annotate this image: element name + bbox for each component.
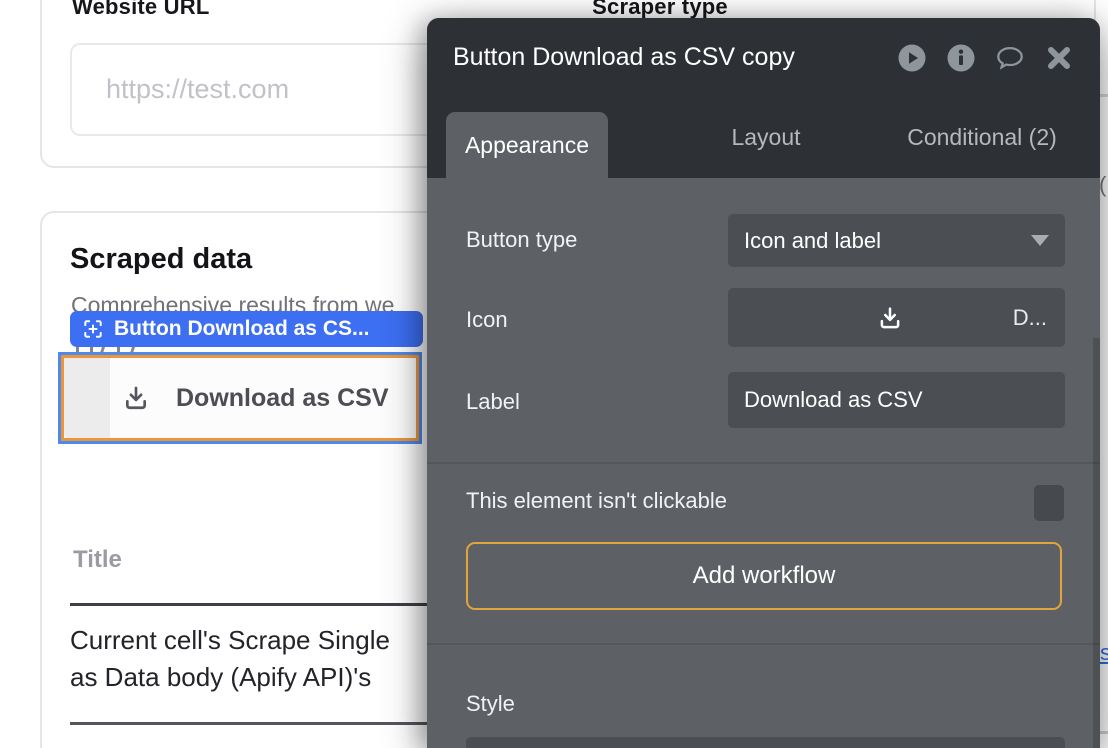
clickable-checkbox[interactable] (1034, 485, 1064, 521)
label-field-label: Label (466, 389, 520, 415)
button-type-label: Button type (466, 227, 577, 253)
panel-body: Button type Icon and label Icon D... Lab… (427, 178, 1100, 748)
chevron-down-icon (1031, 235, 1049, 246)
tab-label: Appearance (465, 132, 589, 159)
add-workflow-button[interactable]: Add workflow (466, 542, 1062, 610)
tab-label: Layout (731, 124, 800, 151)
play-icon[interactable] (897, 43, 927, 73)
panel-title: Button Download as CSV copy (453, 43, 795, 72)
table-rule (70, 603, 428, 606)
icon-value-truncated: D... (1013, 305, 1047, 331)
button-type-value: Icon and label (744, 228, 881, 254)
divider (427, 462, 1100, 464)
tab-appearance[interactable]: Appearance (446, 112, 608, 178)
property-editor-panel: Button Download as CSV copy Appearance L… (427, 18, 1100, 748)
add-workflow-label: Add workflow (693, 562, 836, 590)
tab-label: Conditional (2) (907, 124, 1057, 151)
label-field-value: Download as CSV (744, 387, 923, 413)
table-rule (70, 722, 428, 725)
button-type-dropdown[interactable]: Icon and label (728, 214, 1065, 267)
label-field-input[interactable]: Download as CSV (728, 372, 1065, 428)
edge-fragment-line (1100, 94, 1108, 97)
canvas-button-label: Download as CSV (176, 384, 389, 413)
edge-fragment-paren: ( (1099, 172, 1106, 198)
scraped-data-title: Scraped data (70, 243, 252, 276)
icon-label: Icon (466, 307, 508, 333)
edge-fragment-link[interactable]: s (1100, 640, 1108, 666)
website-url-label: Website URL (72, 0, 209, 20)
style-section-label: Style (466, 691, 515, 717)
select-brackets-icon (82, 318, 104, 340)
scraper-type-label: Scraper type (520, 0, 800, 20)
info-icon[interactable] (946, 43, 976, 73)
download-icon (120, 382, 152, 414)
title-column-header: Title (73, 546, 122, 574)
style-dropdown[interactable] (466, 737, 1065, 748)
divider (427, 643, 1100, 645)
close-icon[interactable] (1044, 43, 1074, 73)
table-cell-line1: Current cell's Scrape Single (70, 622, 428, 659)
element-selection-badge[interactable]: Button Download as CS... (70, 311, 423, 347)
icon-picker[interactable]: D... (728, 288, 1065, 347)
button-left-strip (64, 358, 110, 438)
download-icon (875, 303, 905, 333)
website-url-placeholder: https://test.com (72, 74, 289, 105)
panel-header: Button Download as CSV copy (427, 18, 1100, 97)
panel-tabstrip: Appearance Layout Conditional (2) (427, 97, 1100, 178)
comment-icon[interactable] (995, 43, 1025, 73)
panel-scrollbar[interactable] (1093, 338, 1100, 748)
not-clickable-label: This element isn't clickable (466, 488, 727, 514)
tab-layout[interactable]: Layout (696, 97, 836, 178)
table-cell-line2: as Data body (Apify API)'s (70, 659, 428, 696)
selection-badge-label: Button Download as CS... (114, 317, 370, 341)
edge-fragment-line (1100, 731, 1108, 734)
tab-conditional[interactable]: Conditional (2) (882, 97, 1082, 178)
selected-download-button[interactable]: Download as CSV (58, 352, 422, 444)
